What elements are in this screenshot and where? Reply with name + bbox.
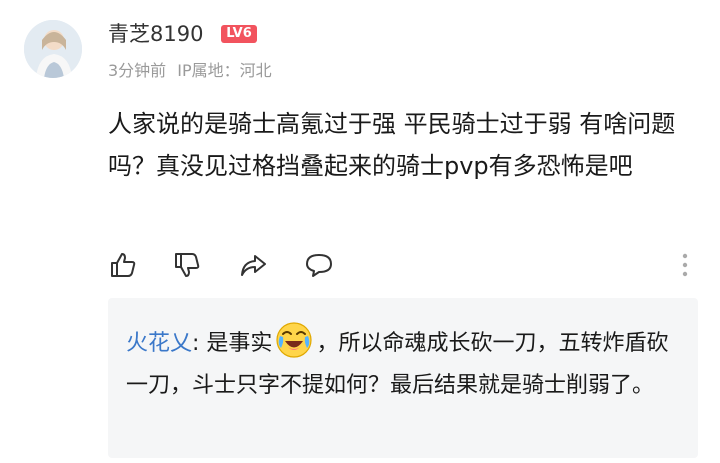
share-icon <box>241 255 266 276</box>
level-badge: LV6 <box>221 25 257 43</box>
more-vertical-icon <box>682 253 688 277</box>
like-button[interactable] <box>108 250 138 280</box>
reply-author[interactable]: 火花乂 <box>126 331 192 356</box>
share-button[interactable] <box>238 250 268 280</box>
comment-time: 3分钟前 <box>108 61 167 80</box>
comment-card: 青芝8190 LV6 3分钟前 IP属地：河北 人家说的是骑士高氪过于强 平民骑… <box>0 0 720 463</box>
reply-button[interactable] <box>304 250 334 280</box>
thumbs-up-icon <box>111 253 136 277</box>
reply-box[interactable]: 火花乂: 是事实 ，所以命魂成长砍一刀，五转炸盾砍一刀，斗士只字不提如何？最后结… <box>108 298 698 458</box>
reply-content: 火花乂: 是事实 ，所以命魂成长砍一刀，五转炸盾砍一刀，斗士只字不提如何？最后结… <box>126 320 686 407</box>
avatar-image <box>24 20 82 78</box>
crying-laughing-emoji <box>276 322 313 358</box>
ip-location: IP属地：河北 <box>177 61 272 80</box>
comment-icon <box>306 254 332 277</box>
thumbs-down-icon <box>175 253 200 277</box>
comment-content: 人家说的是骑士高氪过于强 平民骑士过于弱 有啥问题吗？真没见过格挡叠起来的骑士p… <box>108 110 676 180</box>
avatar[interactable] <box>24 20 82 78</box>
dislike-button[interactable] <box>172 250 202 280</box>
comment-actions <box>108 250 698 280</box>
more-button[interactable] <box>670 250 700 280</box>
comment-meta: 3分钟前 IP属地：河北 <box>108 60 278 82</box>
reply-text-start: 是事实 <box>206 331 273 356</box>
username[interactable]: 青芝8190 <box>108 20 203 48</box>
reply-colon: : <box>192 331 207 356</box>
